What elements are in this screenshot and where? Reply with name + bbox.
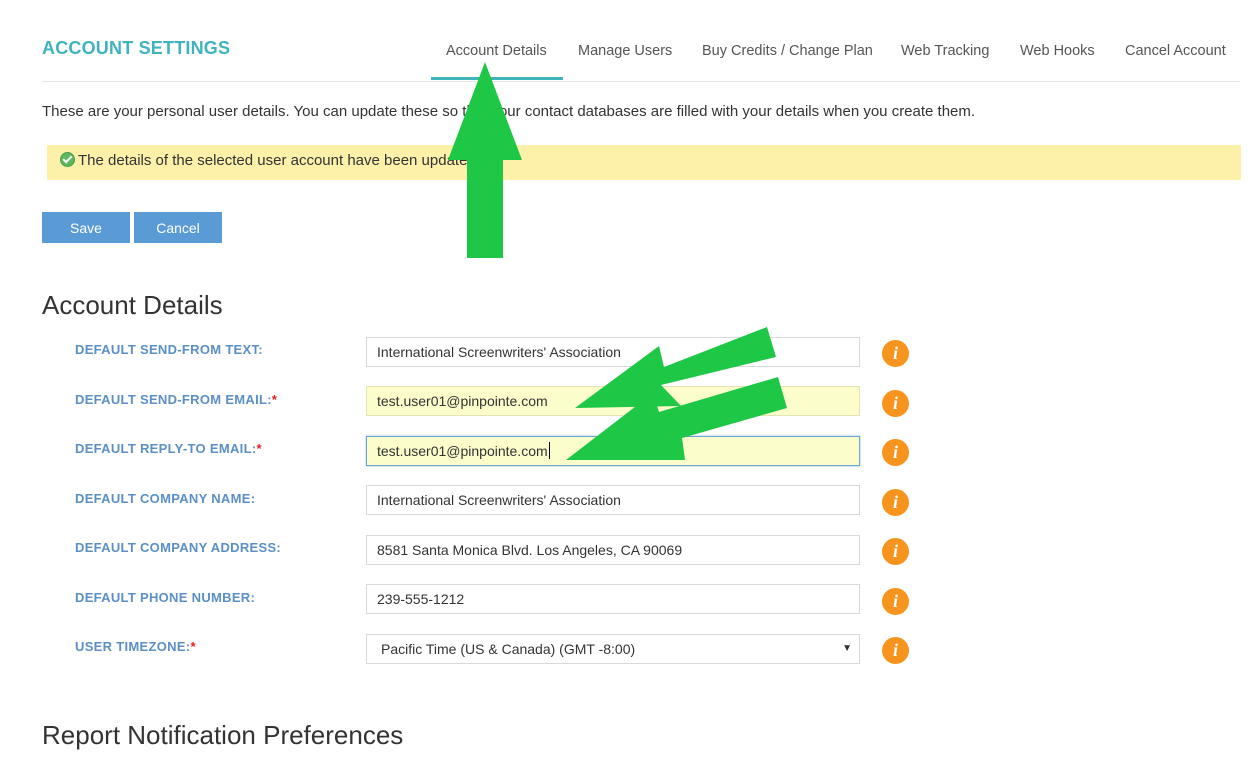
save-button[interactable]: Save — [42, 212, 130, 243]
cancel-button[interactable]: Cancel — [134, 212, 222, 243]
header-divider — [42, 81, 1240, 82]
info-icon[interactable]: i — [882, 340, 909, 367]
phone-number-label: DEFAULT PHONE NUMBER: — [75, 590, 256, 605]
company-name-label: DEFAULT COMPANY NAME: — [75, 491, 256, 506]
account-details-heading: Account Details — [42, 290, 223, 320]
tab-account-details[interactable]: Account Details — [446, 43, 547, 59]
info-icon[interactable]: i — [882, 588, 909, 615]
alert-message: The details of the selected user account… — [78, 152, 480, 169]
active-tab-indicator — [431, 77, 563, 80]
caret-down-icon: ▼ — [842, 643, 852, 654]
timezone-select[interactable]: Pacific Time (US & Canada) (GMT -8:00) ▼ — [366, 634, 860, 664]
timezone-label: USER TIMEZONE:* — [75, 639, 196, 654]
tab-cancel-account[interactable]: Cancel Account — [1125, 43, 1226, 59]
send-from-email-field[interactable]: test.user01@pinpointe.com — [366, 386, 860, 416]
tab-manage-users[interactable]: Manage Users — [578, 43, 672, 59]
tab-web-tracking[interactable]: Web Tracking — [901, 43, 989, 59]
intro-text: These are your personal user details. Yo… — [42, 103, 976, 120]
reply-to-email-label: DEFAULT REPLY-TO EMAIL:* — [75, 441, 262, 456]
info-icon[interactable]: i — [882, 637, 909, 664]
info-icon[interactable]: i — [882, 538, 909, 565]
text-cursor — [548, 442, 550, 459]
send-from-text-label: DEFAULT SEND-FROM TEXT: — [75, 342, 263, 357]
send-from-text-field[interactable]: International Screenwriters' Association — [366, 337, 860, 367]
company-address-field[interactable]: 8581 Santa Monica Blvd. Los Angeles, CA … — [366, 535, 860, 565]
tab-web-hooks[interactable]: Web Hooks — [1020, 43, 1095, 59]
send-from-email-label: DEFAULT SEND-FROM EMAIL:* — [75, 392, 278, 407]
check-circle-icon — [60, 152, 75, 167]
info-icon[interactable]: i — [882, 390, 909, 417]
report-preferences-heading: Report Notification Preferences — [42, 720, 404, 750]
phone-number-field[interactable]: 239-555-1212 — [366, 584, 860, 614]
tab-buy-credits[interactable]: Buy Credits / Change Plan — [702, 43, 873, 59]
success-alert: The details of the selected user account… — [47, 145, 1241, 180]
info-icon[interactable]: i — [882, 439, 909, 466]
company-name-field[interactable]: International Screenwriters' Association — [366, 485, 860, 515]
settings-tabs: Account Details Manage Users Buy Credits… — [0, 0, 1252, 82]
info-icon[interactable]: i — [882, 489, 909, 516]
company-address-label: DEFAULT COMPANY ADDRESS: — [75, 540, 282, 555]
reply-to-email-field[interactable]: test.user01@pinpointe.com — [366, 436, 860, 466]
